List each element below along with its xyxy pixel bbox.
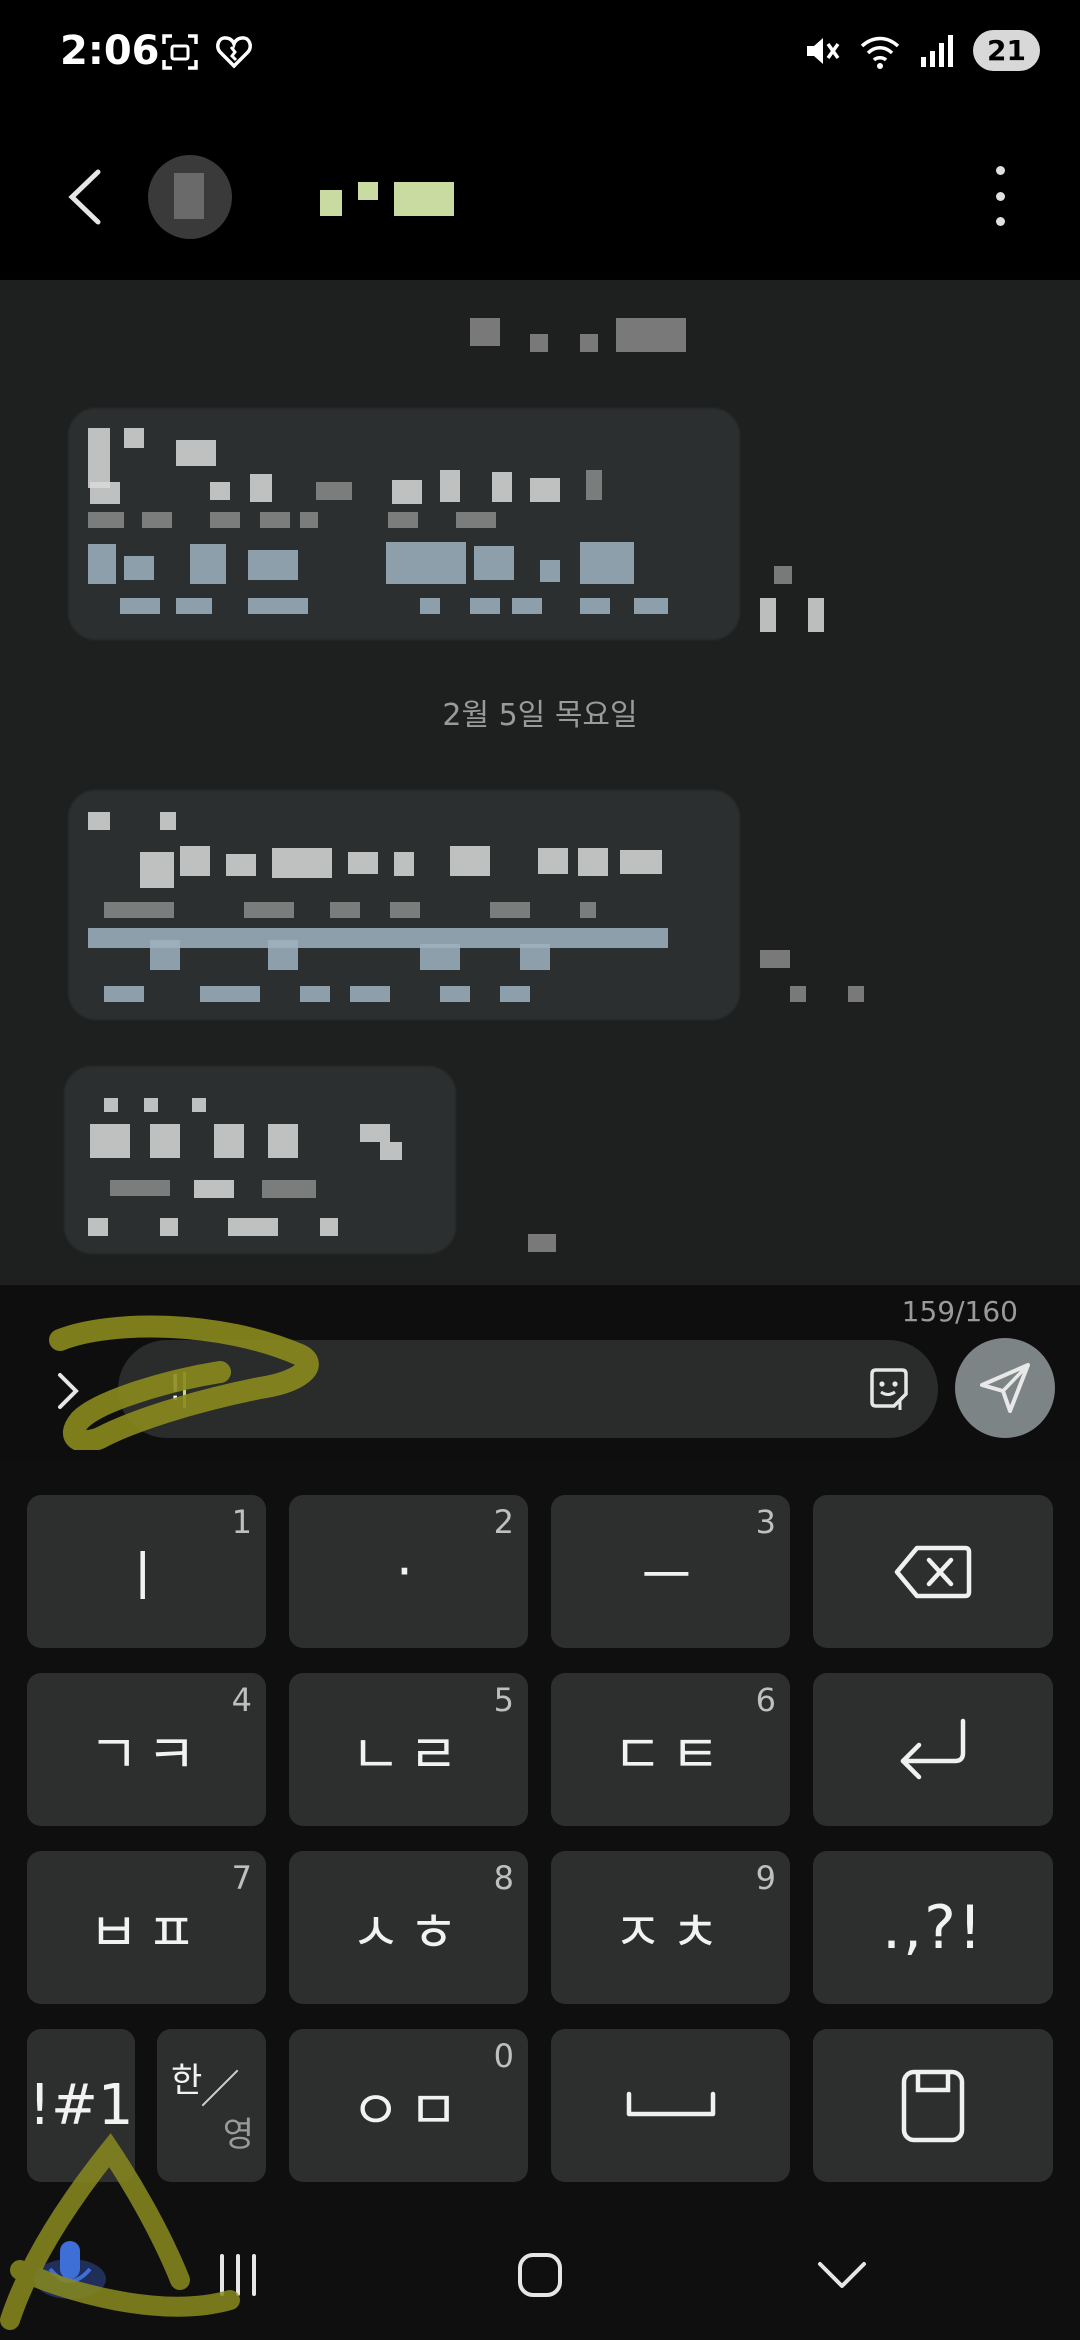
space-key[interactable] [551, 2029, 790, 2182]
key-2[interactable]: · 2 [289, 1495, 528, 1648]
battery-indicator: 21 [973, 30, 1040, 71]
sticker-button[interactable] [864, 1364, 914, 1414]
key-7[interactable]: ㅂㅍ 7 [27, 1851, 266, 2004]
message-input-text: ! [168, 1368, 187, 1409]
key-3[interactable]: ㅡ 3 [551, 1495, 790, 1648]
back-button[interactable] [58, 162, 118, 232]
key-8[interactable]: ㅅㅎ 8 [289, 1851, 528, 2004]
text-caret [183, 1372, 187, 1408]
microphone-icon [34, 2241, 106, 2299]
expand-button[interactable] [48, 1363, 88, 1419]
key-5[interactable]: ㄴㄹ 5 [289, 1673, 528, 1826]
clipboard-icon [901, 2069, 965, 2142]
hide-keyboard-icon [818, 2262, 866, 2288]
navigation-bar [0, 2200, 1080, 2340]
punctuation-key[interactable]: .,?! [813, 1851, 1053, 2004]
backspace-key[interactable] [813, 1495, 1053, 1648]
heart-icon [216, 36, 252, 69]
backspace-icon [894, 1545, 972, 1598]
message-time [760, 950, 790, 968]
home-icon [518, 2253, 562, 2297]
enter-icon [900, 1718, 966, 1779]
mute-icon [807, 37, 840, 64]
home-button[interactable] [500, 2240, 580, 2310]
key-0[interactable]: ㅇㅁ 0 [289, 2029, 528, 2182]
voice-input-button[interactable] [20, 2230, 120, 2310]
message-time [774, 566, 792, 584]
screenshot-icon [162, 34, 198, 70]
status-bar: 2:06 21 [0, 0, 1080, 110]
key-6[interactable]: ㄷㅌ 6 [551, 1673, 790, 1826]
space-icon [626, 2091, 715, 2116]
avatar[interactable] [148, 155, 232, 239]
language-toggle-key[interactable]: 한 영 [157, 2029, 266, 2182]
date-separator: 2월 5일 목요일 [442, 698, 638, 733]
wifi-icon [860, 36, 900, 69]
key-9[interactable]: ㅈㅊ 9 [551, 1851, 790, 2004]
key-4[interactable]: ㄱㅋ 4 [27, 1673, 266, 1826]
recent-apps-button[interactable] [198, 2240, 278, 2310]
conversation-header [0, 110, 1080, 280]
keyboard: ㅣ 1 · 2 ㅡ 3 ㄱㅋ 4 ㄴㄹ 5 ㄷㅌ 6 ㅂㅍ 7 ㅅㅎ 8 ㅈㅊ … [0, 1460, 1080, 2200]
signal-icon [921, 34, 954, 67]
status-time: 2:06 [60, 28, 160, 74]
message-time [528, 1234, 556, 1252]
message-list[interactable]: 2월 5일 목요일 [0, 280, 1080, 1285]
status-left-icons [160, 32, 254, 72]
clipboard-key[interactable] [813, 2029, 1053, 2182]
contact-name[interactable] [320, 182, 460, 216]
symbols-key[interactable]: !#1 [27, 2029, 135, 2182]
key-1[interactable]: ㅣ 1 [27, 1495, 266, 1648]
back-icon [68, 169, 101, 225]
send-icon [980, 1363, 1030, 1413]
composer: 159/160 ! [0, 1285, 1080, 1460]
more-options-button[interactable] [990, 166, 1010, 226]
redacted-text [470, 318, 500, 346]
character-counter: 159/160 [901, 1295, 1018, 1328]
hide-keyboard-button[interactable] [802, 2240, 882, 2310]
sticker-icon [870, 1368, 908, 1410]
recent-apps-icon [220, 2254, 256, 2296]
status-right-icons: 21 [803, 30, 1040, 71]
more-icon [995, 166, 1005, 175]
enter-key[interactable] [813, 1673, 1053, 1826]
send-button[interactable] [955, 1338, 1055, 1438]
message-input[interactable]: ! [118, 1340, 938, 1438]
expand-icon [58, 1373, 79, 1409]
